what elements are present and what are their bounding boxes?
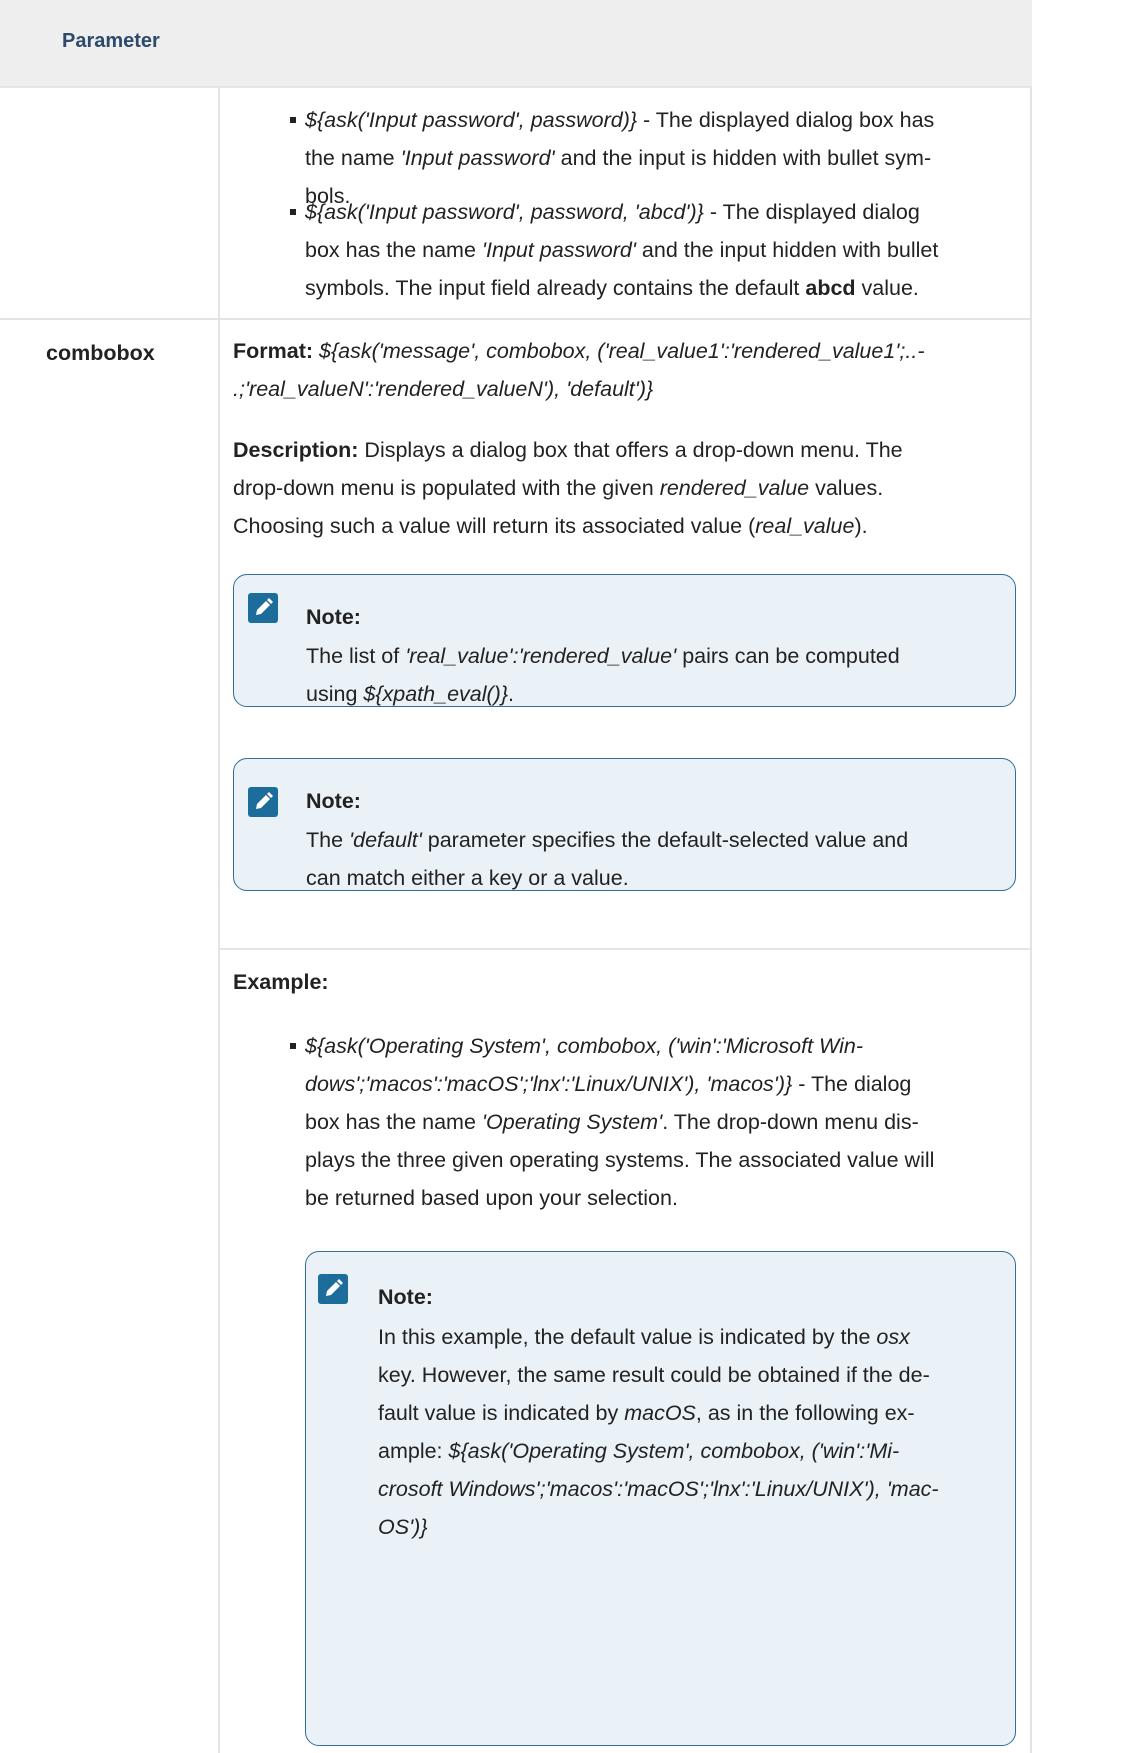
pencil-icon [318, 1274, 348, 1304]
column-divider [218, 88, 220, 1753]
bullet-icon [290, 117, 296, 123]
example-line: plays the three given operating systems.… [305, 1148, 935, 1172]
format-line: Format: ${ask('message', combobox, ('rea… [233, 339, 925, 363]
note-line: fault value is indicated by macOS, as in… [378, 1401, 915, 1425]
description-line: Description: Displays a dialog box that … [233, 438, 903, 462]
column-header-parameter: Parameter [62, 30, 160, 52]
note-line: In this example, the default value is in… [378, 1325, 910, 1349]
pencil-icon [248, 787, 278, 817]
note-line: The 'default' parameter specifies the de… [306, 828, 909, 852]
document-page: Parameter ${ask('Input password', passwo… [0, 0, 1146, 1753]
cell-divider [220, 948, 1032, 950]
bullet-icon [290, 209, 296, 215]
example-line: the name 'Input password' and the input … [305, 146, 932, 170]
note-line: key. However, the same result could be o… [378, 1363, 930, 1387]
bullet-icon [290, 1043, 296, 1049]
note-box: Note: The 'default' parameter specifies … [233, 758, 1016, 891]
note-box: Note: The list of 'real_value':'rendered… [233, 574, 1016, 707]
example-line: box has the name 'Input password' and th… [305, 238, 939, 262]
example-line: be returned based upon your selection. [305, 1186, 678, 1210]
note-line: ample: ${ask('Operating System', combobo… [378, 1439, 900, 1463]
example-line: dows';'macos':'macOS';'lnx':'Linux/UNIX'… [305, 1072, 912, 1096]
parameter-name: combobox [46, 341, 155, 365]
note-line: can match either a key or a value. [306, 866, 629, 890]
note-line: The list of 'real_value':'rendered_value… [306, 644, 900, 668]
note-title: Note: [306, 605, 361, 629]
pencil-icon [248, 593, 278, 623]
row-divider [0, 318, 1032, 320]
note-line: OS')} [378, 1515, 428, 1539]
note-line: crosoft Windows';'macos':'macOS';'lnx':'… [378, 1477, 939, 1501]
table-right-border [1030, 88, 1032, 1753]
example-line: ${ask('Operating System', combobox, ('wi… [305, 1034, 864, 1058]
example-heading: Example: [233, 970, 329, 994]
note-title: Note: [378, 1285, 433, 1309]
example-line: symbols. The input field already contain… [305, 276, 919, 300]
example-line: ${ask('Input password', password)} - The… [305, 108, 935, 132]
note-box: Note: In this example, the default value… [305, 1251, 1016, 1746]
table-header: Parameter [0, 0, 1032, 88]
note-line: using ${xpath_eval()}. [306, 682, 514, 706]
example-line: box has the name 'Operating System'. The… [305, 1110, 919, 1134]
note-title: Note: [306, 789, 361, 813]
example-line: ${ask('Input password', password, 'abcd'… [305, 200, 920, 224]
description-line: drop-down menu is populated with the giv… [233, 476, 884, 500]
format-line: .;'real_valueN':'rendered_valueN'), 'def… [233, 377, 654, 401]
description-line: Choosing such a value will return its as… [233, 514, 868, 538]
